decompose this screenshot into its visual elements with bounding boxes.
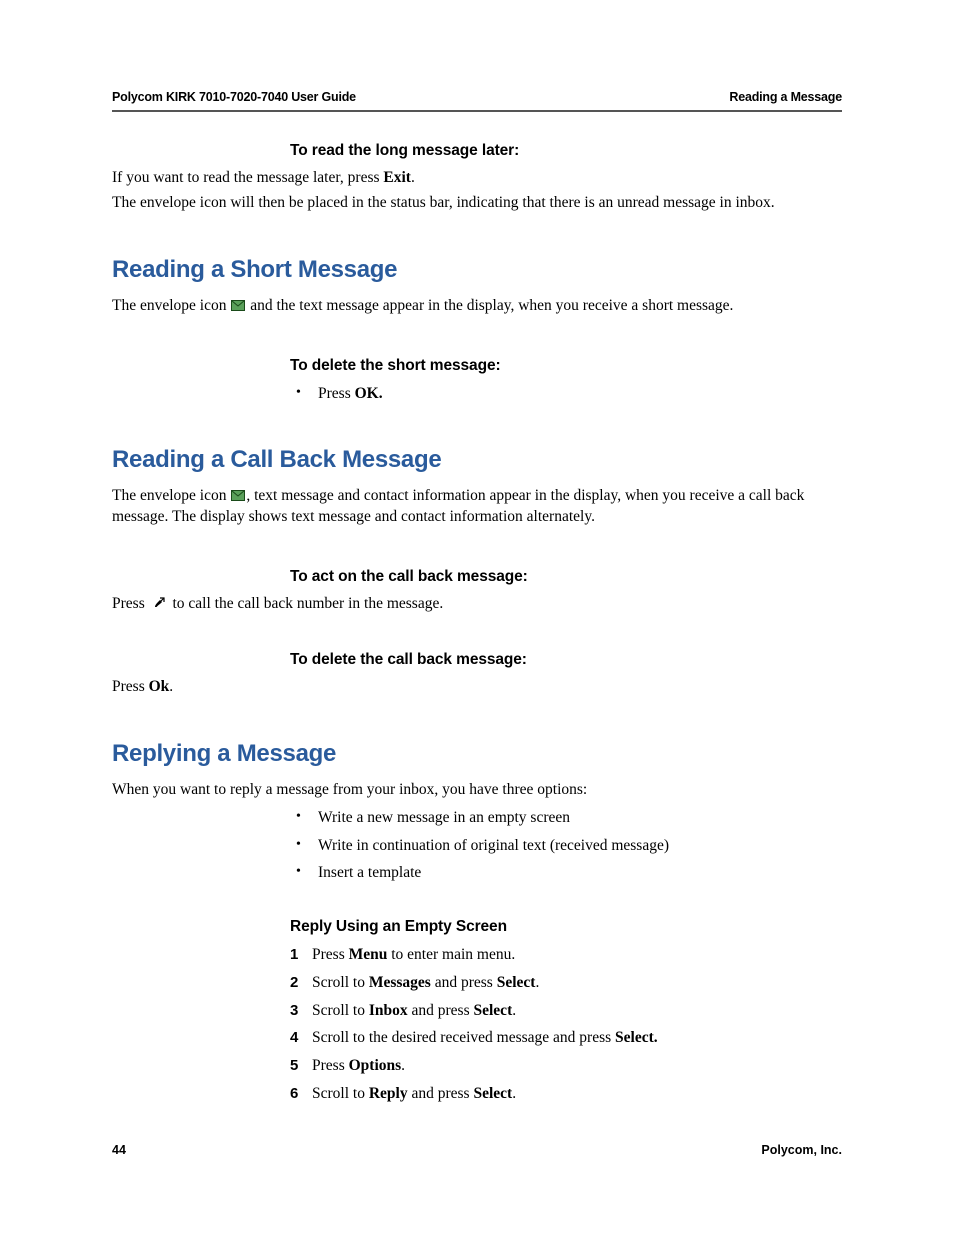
paragraph: The envelope icon will then be placed in… — [112, 193, 842, 214]
ordered-list: 1Press Menu to enter main menu. 2Scroll … — [290, 944, 842, 1104]
page-number: 44 — [112, 1143, 126, 1157]
list-item: • Press OK. — [290, 383, 842, 405]
page-container: Polycom KIRK 7010-7020-7040 User Guide R… — [0, 0, 954, 1235]
paragraph: Press to call the call back number in th… — [112, 594, 842, 615]
subheading-delete-callback: To delete the call back message: — [290, 651, 842, 669]
bullet-list: •Write a new message in an empty screen … — [290, 807, 842, 884]
bullet-icon: • — [290, 807, 318, 827]
bullet-icon: • — [290, 383, 318, 403]
bullet-icon: • — [290, 835, 318, 855]
envelope-icon — [231, 297, 245, 308]
header-left: Polycom KIRK 7010-7020-7040 User Guide — [112, 90, 356, 104]
list-item: 6Scroll to Reply and press Select. — [290, 1083, 842, 1105]
paragraph: If you want to read the message later, p… — [112, 168, 842, 189]
subheading-delete-short: To delete the short message: — [290, 357, 842, 375]
list-item: 5Press Options. — [290, 1055, 842, 1077]
footer: 44 Polycom, Inc. — [112, 1143, 842, 1157]
list-item: •Write a new message in an empty screen — [290, 807, 842, 829]
paragraph: Press Ok. — [112, 677, 842, 698]
content: To read the long message later: If you w… — [112, 142, 842, 1104]
bullet-list: • Press OK. — [290, 383, 842, 405]
list-item: 2Scroll to Messages and press Select. — [290, 972, 842, 994]
subheading-act-callback: To act on the call back message: — [290, 568, 842, 586]
section-heading-reading-short: Reading a Short Message — [112, 256, 842, 284]
paragraph: The envelope icon and the text message a… — [112, 296, 842, 317]
list-item: 4Scroll to the desired received message … — [290, 1027, 842, 1049]
list-item: 1Press Menu to enter main menu. — [290, 944, 842, 966]
header-right: Reading a Message — [729, 90, 842, 104]
footer-company: Polycom, Inc. — [761, 1143, 842, 1157]
section-heading-reading-callback: Reading a Call Back Message — [112, 446, 842, 474]
list-item: 3Scroll to Inbox and press Select. — [290, 1000, 842, 1022]
call-icon — [152, 596, 166, 610]
list-item: •Write in continuation of original text … — [290, 835, 842, 857]
subheading-reply-empty: Reply Using an Empty Screen — [290, 918, 842, 936]
envelope-icon — [231, 487, 245, 498]
paragraph: When you want to reply a message from yo… — [112, 780, 842, 801]
paragraph: The envelope icon , text message and con… — [112, 486, 842, 528]
subheading-read-later: To read the long message later: — [290, 142, 842, 160]
list-item: •Insert a template — [290, 862, 842, 884]
section-heading-replying: Replying a Message — [112, 740, 842, 768]
bullet-icon: • — [290, 862, 318, 882]
running-header: Polycom KIRK 7010-7020-7040 User Guide R… — [112, 90, 842, 112]
